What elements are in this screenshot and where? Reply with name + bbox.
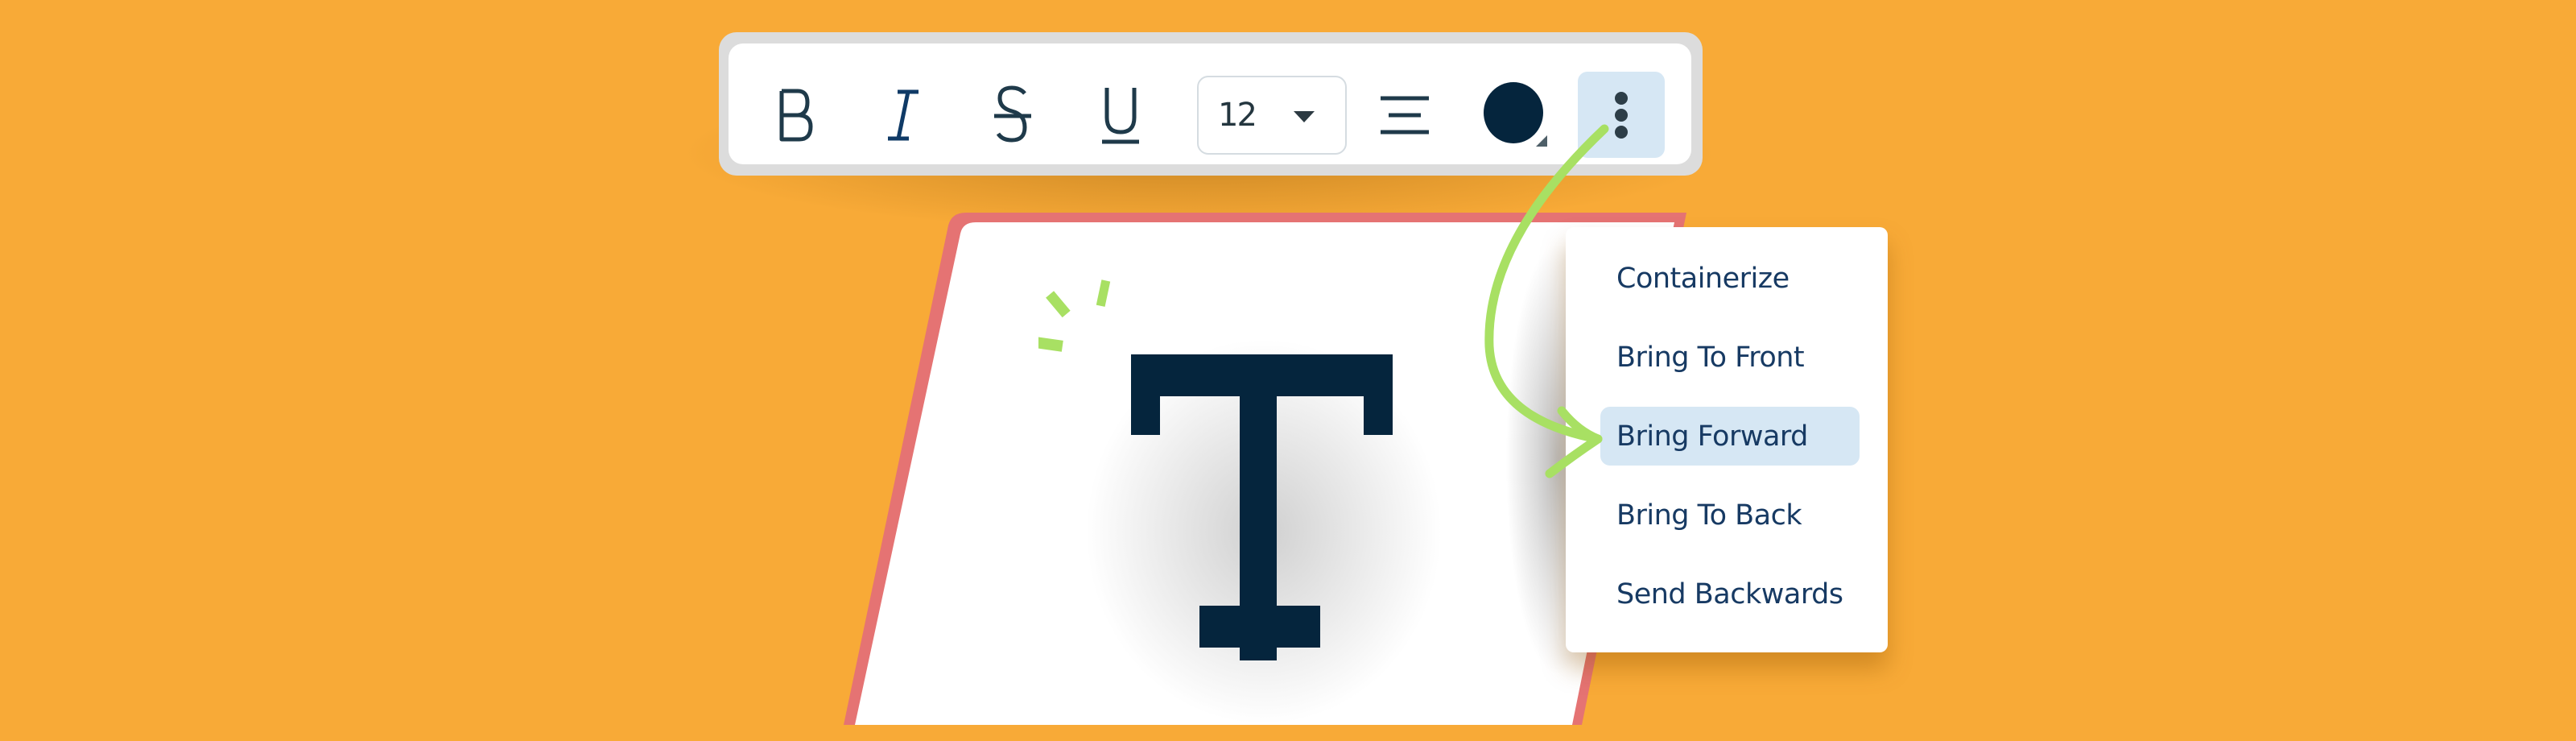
strikethrough-icon — [994, 85, 1031, 143]
more-options-button[interactable] — [1578, 72, 1665, 158]
color-swatch-icon — [1484, 82, 1547, 147]
sparkle-icon — [1038, 279, 1111, 352]
caret-down-icon — [1294, 111, 1315, 122]
menu-item-bring-to-front[interactable]: Bring To Front — [1600, 328, 1860, 387]
font-size-value: 12 — [1218, 97, 1257, 134]
text-T-icon[interactable] — [1038, 274, 1401, 660]
italic-icon — [888, 89, 919, 141]
menu-item-label: Send Backwards — [1616, 577, 1843, 611]
underline-button[interactable] — [1088, 84, 1153, 147]
menu-item-containerize[interactable]: Containerize — [1600, 249, 1860, 308]
toolbar-surface: 12 — [729, 43, 1691, 164]
menu-item-label: Bring Forward — [1616, 420, 1808, 453]
align-center-icon — [1381, 96, 1429, 135]
menu-item-send-backwards[interactable]: Send Backwards — [1600, 565, 1860, 623]
font-size-dropdown[interactable]: 12 — [1197, 76, 1347, 155]
bold-icon — [779, 89, 813, 142]
menu-item-label: Bring To Front — [1616, 341, 1805, 374]
menu-item-bring-to-back[interactable]: Bring To Back — [1600, 486, 1860, 544]
formatting-toolbar: 12 — [719, 32, 1703, 176]
text-color-button[interactable] — [1477, 82, 1558, 147]
italic-button[interactable] — [871, 84, 935, 147]
layer-context-menu: Containerize Bring To Front Bring Forwar… — [1566, 227, 1888, 652]
bold-button[interactable] — [763, 84, 828, 147]
menu-item-label: Bring To Back — [1616, 499, 1802, 532]
underline-icon — [1102, 88, 1139, 144]
align-button[interactable] — [1373, 84, 1437, 147]
menu-item-label: Containerize — [1616, 262, 1790, 295]
strikethrough-button[interactable] — [980, 84, 1045, 147]
menu-item-bring-forward[interactable]: Bring Forward — [1600, 407, 1860, 466]
